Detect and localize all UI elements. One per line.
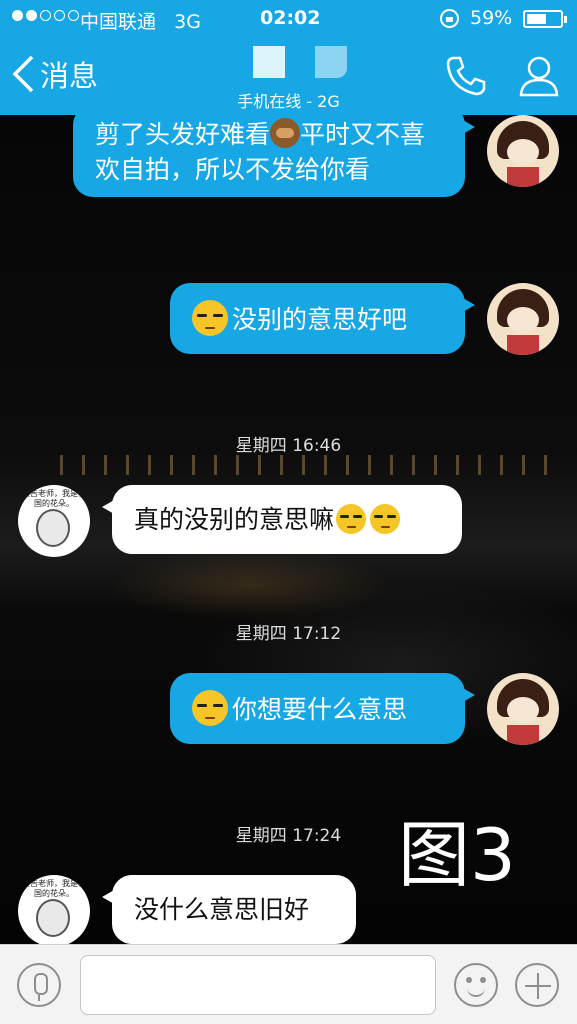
- unamused-emoji-icon: [336, 504, 367, 534]
- battery-percent: 59%: [470, 7, 513, 29]
- timestamp: 星期四 17:12: [235, 624, 342, 644]
- message-text: 剪了头发好难看: [95, 120, 271, 149]
- sweat-smile-emoji-icon: [192, 690, 228, 726]
- sweat-smile-emoji-icon: [192, 300, 228, 336]
- message-bubble-outgoing[interactable]: 剪了头发好难看 平时又不喜欢自拍，所以不发给你看: [73, 115, 475, 197]
- emoji-picker-icon[interactable]: [454, 963, 498, 1007]
- phone-icon[interactable]: [444, 54, 488, 98]
- battery-icon: [523, 10, 567, 28]
- battery-fill: [527, 14, 546, 24]
- meme-avatar-caption: 报告老师，我是祖国的花朵。: [22, 879, 86, 898]
- contact-name-blurred: [315, 46, 347, 78]
- avatar-self[interactable]: [487, 115, 559, 187]
- avatar-self[interactable]: [487, 283, 559, 355]
- timestamp: 星期四 16:46: [235, 436, 342, 456]
- avatar-contact[interactable]: 报告老师，我是祖国的花朵。: [18, 485, 90, 557]
- message-text: 没别的意思好吧: [232, 305, 408, 334]
- rotation-lock-icon: [440, 9, 459, 28]
- message-bubble-incoming[interactable]: 真的没别的意思嘛: [102, 485, 462, 554]
- message-bubble-outgoing[interactable]: 你想要什么意思: [170, 673, 475, 744]
- contact-status: 手机在线 - 2G: [237, 92, 340, 111]
- carrier-label: 中国联通 3G: [80, 11, 201, 33]
- avatar-contact[interactable]: 报告老师，我是祖国的花朵。: [18, 875, 90, 944]
- unamused-emoji-icon: [370, 504, 401, 534]
- message-text: 你想要什么意思: [232, 695, 408, 724]
- plus-icon[interactable]: [515, 963, 559, 1007]
- chat-area[interactable]: 剪了头发好难看 平时又不喜欢自拍，所以不发给你看 没别的意思好吧 星期四 16:4…: [0, 115, 577, 944]
- watermark-label: 图3: [398, 813, 516, 897]
- clock: 02:02: [260, 7, 321, 29]
- avatar-self[interactable]: [487, 673, 559, 745]
- network-type: 3G: [174, 11, 201, 33]
- signal-strength-icon: [12, 10, 79, 21]
- message-bubble-incoming[interactable]: 没什么意思旧好: [102, 875, 356, 944]
- input-bar: [0, 944, 577, 1024]
- message-input[interactable]: [80, 955, 436, 1015]
- top-bar: 中国联通 3G 02:02 59% 消息 手机在线 - 2G: [0, 0, 577, 115]
- microphone-icon[interactable]: [17, 963, 61, 1007]
- status-bar: 中国联通 3G 02:02 59%: [0, 0, 577, 38]
- hear-no-evil-monkey-icon: [270, 118, 301, 148]
- message-bubble-outgoing[interactable]: 没别的意思好吧: [170, 283, 475, 354]
- message-text: 没什么意思旧好: [134, 895, 310, 924]
- profile-icon[interactable]: [518, 54, 560, 98]
- message-text: 真的没别的意思嘛: [134, 505, 335, 534]
- meme-avatar-caption: 报告老师，我是祖国的花朵。: [22, 489, 86, 508]
- contact-name-blurred: [253, 46, 285, 78]
- background-photo: [60, 455, 560, 475]
